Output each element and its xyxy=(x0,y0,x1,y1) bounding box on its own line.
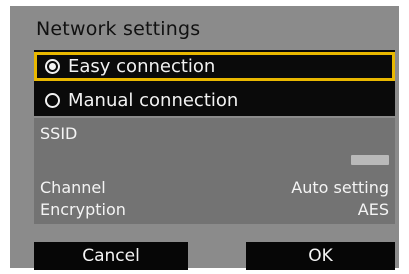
channel-label: Channel xyxy=(40,178,106,197)
screen-title: Network settings xyxy=(36,18,201,40)
connection-info-panel: SSID Channel Auto setting Encryption AES xyxy=(34,118,395,224)
encryption-value: AES xyxy=(357,200,389,219)
ssid-label: SSID xyxy=(40,124,78,143)
network-settings-screen: Network settings Easy connection Manual … xyxy=(10,6,399,270)
option-label: Manual connection xyxy=(68,90,239,111)
ssid-value-masked xyxy=(351,155,389,165)
radio-unselected-icon xyxy=(45,93,60,108)
encryption-label: Encryption xyxy=(40,200,126,219)
ok-button[interactable]: OK xyxy=(246,242,395,270)
connection-options: Easy connection Manual connection xyxy=(34,50,395,116)
option-label: Easy connection xyxy=(68,56,216,77)
option-easy-connection[interactable]: Easy connection xyxy=(34,52,395,81)
cancel-button[interactable]: Cancel xyxy=(34,242,188,270)
option-manual-connection[interactable]: Manual connection xyxy=(34,85,395,116)
channel-value: Auto setting xyxy=(291,178,389,197)
radio-selected-icon xyxy=(45,59,60,74)
